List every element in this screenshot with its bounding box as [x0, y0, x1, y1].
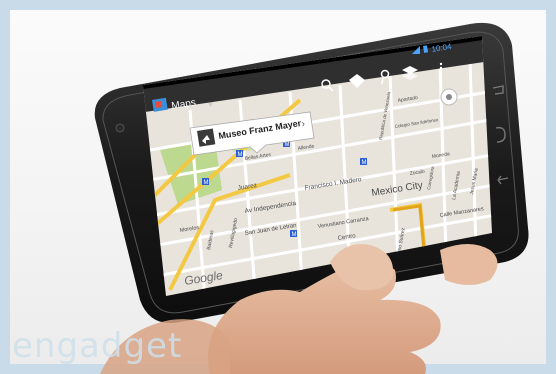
my-location-button[interactable]	[440, 88, 458, 106]
overflow-menu-icon[interactable]	[439, 62, 443, 74]
svg-text:M: M	[292, 232, 297, 238]
svg-text:M: M	[285, 142, 290, 148]
svg-text:M: M	[362, 160, 367, 166]
maps-app-icon[interactable]	[152, 97, 168, 112]
directions-arrow-icon[interactable]	[197, 128, 216, 147]
engadget-watermark: engadget	[12, 326, 183, 366]
svg-text:M: M	[238, 152, 243, 158]
front-camera	[115, 123, 125, 133]
phone-photo-scene: Francisco I. Madero Mexico City Av Indep…	[94, 22, 529, 374]
svg-text:M: M	[204, 180, 209, 186]
photo-frame: Francisco I. Madero Mexico City Av Indep…	[0, 0, 556, 374]
